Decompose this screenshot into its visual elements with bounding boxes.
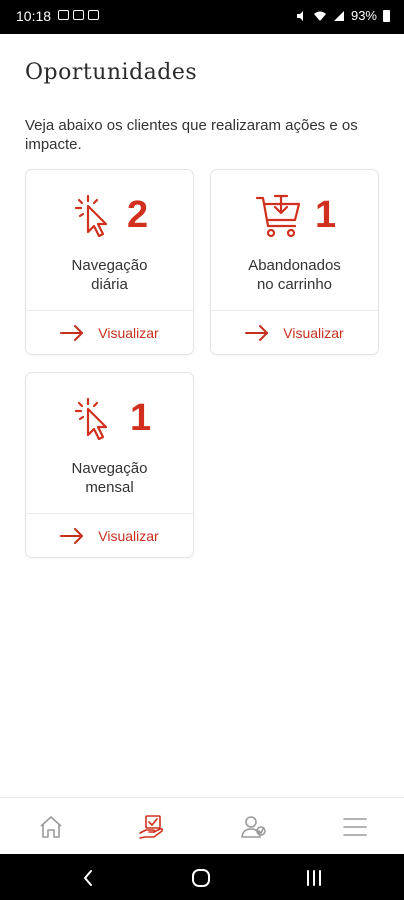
bottom-nav — [0, 797, 404, 854]
notification-icon — [88, 10, 99, 20]
card-count: 1 — [315, 194, 337, 236]
visualize-label: Visualizar — [283, 325, 344, 341]
cursor-click-icon — [74, 397, 108, 441]
page-subtitle: Veja abaixo os clientes que realizaram a… — [25, 117, 358, 153]
card-label: Abandonados no carrinho — [248, 257, 341, 293]
opportunities-icon — [139, 815, 164, 839]
back-button[interactable] — [76, 866, 100, 890]
nav-clients[interactable] — [239, 812, 269, 842]
arrow-right-icon — [60, 325, 84, 341]
arrow-right-icon — [60, 528, 84, 544]
nav-home[interactable] — [36, 812, 66, 842]
system-nav-bar — [0, 854, 404, 900]
cart-icon — [255, 194, 301, 238]
visualize-label: Visualizar — [98, 528, 159, 544]
card-daily-navigation: 2 Navegação diária Visualizar — [25, 169, 194, 355]
status-right: 93% — [295, 8, 390, 23]
notification-icon — [58, 10, 69, 20]
battery-percent: 93% — [350, 8, 377, 23]
arrow-right-icon — [245, 325, 269, 341]
visualize-button[interactable]: Visualizar — [211, 311, 378, 355]
gallery-icon — [73, 10, 84, 20]
clients-icon — [241, 816, 266, 838]
status-bar: 10:18 93% — [0, 0, 404, 34]
card-abandoned-cart: 1 Abandonados no carrinho Visualizar — [210, 169, 379, 355]
circle-home-icon — [192, 869, 210, 887]
cursor-click-icon — [74, 194, 108, 238]
nav-opportunities[interactable] — [137, 812, 167, 842]
recents-button[interactable] — [302, 866, 326, 890]
page-title: Oportunidades — [25, 60, 198, 85]
status-time: 10:18 — [16, 8, 52, 24]
menu-icon — [343, 818, 367, 836]
mute-icon — [296, 10, 303, 21]
chevron-left-icon — [84, 870, 92, 886]
signal-icon — [333, 10, 344, 21]
visualize-button[interactable]: Visualizar — [26, 311, 193, 355]
card-monthly-navigation: 1 Navegação mensal Visualizar — [25, 372, 194, 558]
nav-menu[interactable] — [340, 812, 370, 842]
card-label: Navegação diária — [71, 257, 148, 293]
wifi-icon — [313, 11, 326, 21]
recents-icon — [307, 870, 321, 886]
card-count: 2 — [127, 194, 149, 236]
card-label: Navegação mensal — [71, 460, 148, 496]
battery-icon — [383, 9, 390, 22]
card-count: 1 — [130, 397, 152, 439]
visualize-button[interactable]: Visualizar — [26, 514, 193, 558]
visualize-label: Visualizar — [98, 325, 159, 341]
home-button[interactable] — [189, 866, 213, 890]
notification-icons — [58, 10, 99, 20]
home-icon — [40, 816, 62, 838]
